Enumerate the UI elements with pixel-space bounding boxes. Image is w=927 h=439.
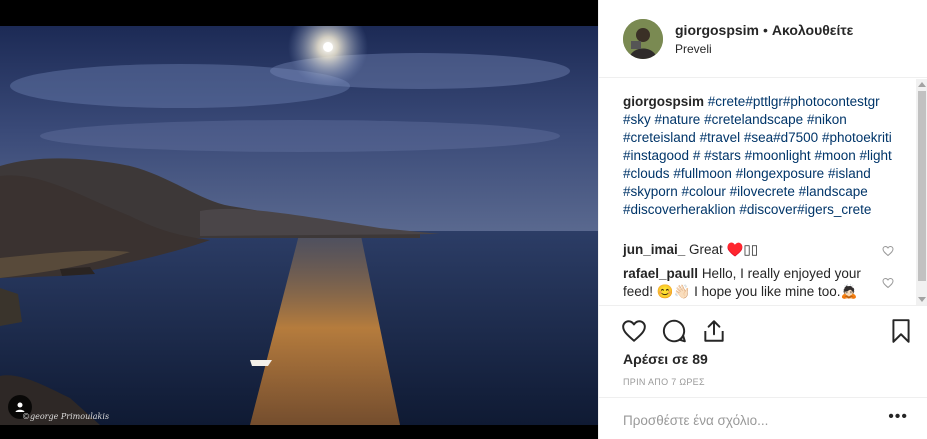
post-sidebar: giorgospsim • Ακολουθείτε Preveli giorgosp… xyxy=(598,0,927,439)
hashtag-link[interactable]: #nikon xyxy=(807,112,847,127)
following-button[interactable]: Ακολουθείτε xyxy=(772,22,853,38)
comment-item: rafael_paull Hello, I really enjoyed you… xyxy=(623,265,879,301)
post-header: giorgospsim • Ακολουθείτε Preveli xyxy=(599,0,927,78)
hashtag-link[interactable]: #d7500 xyxy=(773,130,818,145)
hashtag-link[interactable]: #ilovecrete xyxy=(730,184,795,199)
hashtag-link[interactable]: #discoverheraklion xyxy=(623,202,736,217)
post-timestamp[interactable]: ΠΡΙΝ ΑΠΟ 7 ΩΡΕΣ xyxy=(623,377,705,387)
hashtag-link[interactable]: #moon xyxy=(814,148,855,163)
hashtag-link[interactable]: #nature xyxy=(655,112,701,127)
likes-prefix: Αρέσει σε xyxy=(623,351,689,367)
hashtag-link[interactable]: #creteisland xyxy=(623,130,696,145)
comments-scrollbar[interactable] xyxy=(916,79,927,305)
hashtag-link[interactable]: #clouds xyxy=(623,166,670,181)
hashtag-link[interactable]: #photocontestgr xyxy=(783,94,880,109)
photo-pane: ©george Primoulakis xyxy=(0,0,598,439)
more-options-icon[interactable]: ••• xyxy=(888,408,908,426)
avatar[interactable] xyxy=(623,19,663,59)
hashtag-link[interactable]: #light xyxy=(860,148,892,163)
comment-like-icon[interactable] xyxy=(882,245,894,257)
bookmark-icon[interactable] xyxy=(888,318,914,344)
hashtag-link[interactable]: #photoekriti xyxy=(822,130,892,145)
header-user-line: giorgospsim • Ακολουθείτε xyxy=(675,22,853,38)
hashtag-link[interactable]: #skyporn xyxy=(623,184,678,199)
add-comment-bar: ••• xyxy=(599,397,927,439)
comment-text: Great ♥️▯▯ xyxy=(689,242,759,257)
comment-username[interactable]: rafael_paull xyxy=(623,266,698,281)
comment-item: jun_imai_ Great ♥️▯▯ xyxy=(623,241,879,259)
hashtag-link[interactable]: #stars xyxy=(704,148,741,163)
share-icon[interactable] xyxy=(701,318,727,344)
photo-watermark: ©george Primoulakis xyxy=(22,412,110,421)
comment-like-icon[interactable] xyxy=(882,277,894,289)
action-bar xyxy=(599,305,927,355)
header-username[interactable]: giorgospsim xyxy=(675,22,759,38)
likes-number: 89 xyxy=(692,351,708,367)
hashtag-link[interactable]: #discover xyxy=(739,202,797,217)
heart-icon[interactable] xyxy=(621,318,647,344)
scroll-up-arrow[interactable] xyxy=(918,82,926,87)
header-separator: • xyxy=(763,22,768,38)
caption-username[interactable]: giorgospsim xyxy=(623,94,704,109)
hashtag-link[interactable]: #island xyxy=(828,166,871,181)
hashtag-link[interactable]: #pttlgr xyxy=(745,94,783,109)
hashtag-link[interactable]: #colour xyxy=(682,184,726,199)
scroll-down-arrow[interactable] xyxy=(918,297,926,302)
likes-count[interactable]: Αρέσει σε 89 xyxy=(623,351,708,367)
moonlit-sea-image xyxy=(0,26,598,425)
hashtag-link[interactable]: #sky xyxy=(623,112,651,127)
scroll-thumb[interactable] xyxy=(918,91,926,281)
comment-username[interactable]: jun_imai_ xyxy=(623,242,685,257)
hashtag-link[interactable]: #longexposure xyxy=(736,166,825,181)
hashtag-link[interactable]: #fullmoon xyxy=(673,166,732,181)
comment-input[interactable] xyxy=(623,410,863,430)
hashtag-link[interactable]: #igers_crete xyxy=(797,202,871,217)
comment-icon[interactable] xyxy=(661,318,687,344)
post-caption: giorgospsim #crete#pttlgr#photocontestgr… xyxy=(623,93,907,219)
caption-hashtags: #crete#pttlgr#photocontestgr #sky #natur… xyxy=(623,94,892,217)
hashtag-link[interactable]: #instagood xyxy=(623,148,689,163)
hashtag-link[interactable]: # xyxy=(693,148,701,163)
hashtag-link[interactable]: #landscape xyxy=(799,184,868,199)
hashtag-link[interactable]: #cretelandscape xyxy=(704,112,803,127)
location-link[interactable]: Preveli xyxy=(675,42,712,56)
hashtag-link[interactable]: #crete xyxy=(708,94,746,109)
hashtag-link[interactable]: #travel xyxy=(700,130,741,145)
comments-list: giorgospsim #crete#pttlgr#photocontestgr… xyxy=(599,79,927,305)
hashtag-link[interactable]: #moonlight xyxy=(745,148,811,163)
post-photo[interactable]: ©george Primoulakis xyxy=(0,26,598,425)
hashtag-link[interactable]: #sea xyxy=(744,130,773,145)
